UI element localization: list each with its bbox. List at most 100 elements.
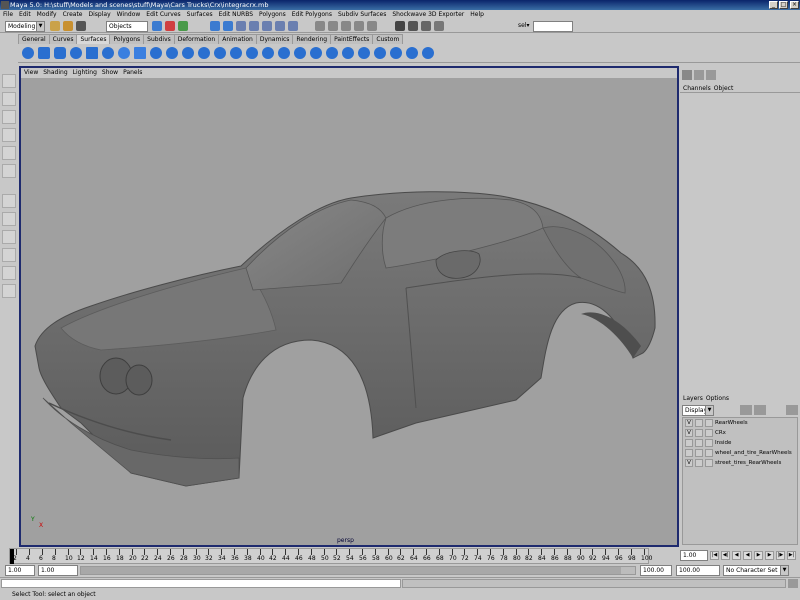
rebuild-surface-icon[interactable]: [374, 47, 386, 59]
layer-color-swatch[interactable]: [705, 429, 713, 437]
layer-row[interactable]: wheel_and_tire_RearWheels: [683, 448, 797, 458]
nurbs-cone-icon[interactable]: [70, 47, 82, 59]
layer-template-toggle[interactable]: [695, 449, 703, 457]
menu-subdiv-surfaces[interactable]: Subdiv Surfaces: [335, 10, 389, 19]
shelf-tab-rendering[interactable]: Rendering: [292, 34, 332, 44]
nurbs-square-icon[interactable]: [134, 47, 146, 59]
shelf-tab-subdivs[interactable]: Subdivs: [143, 34, 175, 44]
select-rendering-icon[interactable]: [288, 21, 298, 31]
layer-mode-dropdown[interactable]: Display ▼: [682, 405, 714, 416]
extrude-icon[interactable]: [198, 47, 210, 59]
layer-row[interactable]: V CRx: [683, 428, 797, 438]
rotate-tool-icon[interactable]: [2, 128, 16, 142]
layer-visibility-toggle[interactable]: V: [685, 459, 693, 467]
lasso-tool-icon[interactable]: [2, 92, 16, 106]
layer-template-toggle[interactable]: [695, 439, 703, 447]
new-layer-icon[interactable]: [740, 405, 752, 415]
attribute-editor-toggle-icon[interactable]: [694, 70, 704, 80]
make-live-icon[interactable]: [367, 21, 377, 31]
channel-box-tab-channels[interactable]: Channels: [680, 85, 711, 92]
minimize-button[interactable]: _: [769, 1, 778, 9]
play-forwards-icon[interactable]: ▶: [754, 551, 763, 560]
birail-icon[interactable]: [214, 47, 226, 59]
character-set-dropdown[interactable]: No Character Set ▼: [723, 565, 789, 576]
select-mode-dropdown[interactable]: Objects: [106, 21, 148, 32]
menu-edit[interactable]: Edit: [16, 10, 34, 19]
revolve-icon[interactable]: [150, 47, 162, 59]
ipr-render-icon[interactable]: [421, 21, 431, 31]
component-mode-icon[interactable]: [178, 21, 188, 31]
maximize-button[interactable]: □: [779, 1, 788, 9]
manipulator-tool-icon[interactable]: [2, 164, 16, 178]
layer-color-swatch[interactable]: [705, 449, 713, 457]
menu-shockwave-exporter[interactable]: Shockwave 3D Exporter: [389, 10, 467, 19]
render-view-icon[interactable]: [395, 21, 405, 31]
nurbs-torus-icon[interactable]: [102, 47, 114, 59]
shelf-tab-custom[interactable]: Custom: [372, 34, 404, 44]
command-input[interactable]: [1, 579, 401, 588]
layer-row[interactable]: Vstreet_tires_RearWheels: [683, 458, 797, 468]
panel-menu-view[interactable]: View: [21, 68, 40, 78]
time-slider[interactable]: 2 4 6 8 10 12 14 16 18 20 22 24 26 28 30 32 34 36 38 40 42 44…: [0, 548, 800, 565]
nurbs-circle-icon[interactable]: [118, 47, 130, 59]
tool-settings-toggle-icon[interactable]: [706, 70, 716, 80]
open-folder-icon[interactable]: [63, 21, 73, 31]
select-joints-icon[interactable]: [223, 21, 233, 31]
layer-visibility-toggle[interactable]: [685, 439, 693, 447]
menu-polygons[interactable]: Polygons: [256, 10, 289, 19]
bevel-icon[interactable]: [262, 47, 274, 59]
step-back-frame-icon[interactable]: ◀: [732, 551, 741, 560]
layer-template-toggle[interactable]: [695, 429, 703, 437]
shelf-tab-surfaces[interactable]: Surfaces: [76, 34, 111, 44]
range-bar[interactable]: [80, 566, 636, 575]
layer-options-icon[interactable]: [786, 405, 798, 415]
surface-fillet-icon[interactable]: [406, 47, 418, 59]
layer-template-toggle[interactable]: [695, 459, 703, 467]
nurbs-sphere-icon[interactable]: [22, 47, 34, 59]
hierarchy-mode-icon[interactable]: [152, 21, 162, 31]
two-view-layout-icon[interactable]: [2, 230, 16, 244]
menu-edit-polygons[interactable]: Edit Polygons: [289, 10, 335, 19]
snap-view-plane-icon[interactable]: [354, 21, 364, 31]
channel-box-toggle-icon[interactable]: [682, 70, 692, 80]
playback-end-field[interactable]: 100.00: [640, 565, 672, 576]
four-view-layout-icon[interactable]: [2, 212, 16, 226]
shelf-tab-deformation[interactable]: Deformation: [173, 34, 220, 44]
panel-menu-show[interactable]: Show: [99, 68, 120, 78]
layer-color-swatch[interactable]: [705, 419, 713, 427]
layer-color-swatch[interactable]: [705, 439, 713, 447]
outliner-layout-icon[interactable]: [2, 248, 16, 262]
layer-visibility-toggle[interactable]: V: [685, 419, 693, 427]
snap-grid-icon[interactable]: [315, 21, 325, 31]
car-body-model[interactable]: [21, 78, 677, 545]
time-slider-track[interactable]: 2 4 6 8 10 12 14 16 18 20 22 24 26 28 30 32 34 36 38 40 42 44…: [9, 548, 652, 565]
layer-row[interactable]: V RearWheels: [683, 418, 797, 428]
move-tool-icon[interactable]: [2, 110, 16, 124]
new-scene-icon[interactable]: [50, 21, 60, 31]
shelf-tab-painteffects[interactable]: PaintEffects: [330, 34, 374, 44]
quick-select-field[interactable]: [533, 21, 573, 32]
intersect-surfaces-icon[interactable]: [294, 47, 306, 59]
layers-menu-layers[interactable]: Layers: [680, 395, 703, 402]
panel-menu-panels[interactable]: Panels: [120, 68, 144, 78]
menu-surfaces[interactable]: Surfaces: [184, 10, 216, 19]
layer-visibility-toggle[interactable]: V: [685, 429, 693, 437]
menu-modify[interactable]: Modify: [34, 10, 60, 19]
menu-display[interactable]: Display: [86, 10, 114, 19]
attach-surfaces-icon[interactable]: [342, 47, 354, 59]
close-button[interactable]: ×: [790, 1, 799, 9]
insert-isoparm-icon[interactable]: [390, 47, 402, 59]
animation-start-field[interactable]: 1.00: [5, 565, 35, 576]
shelf-tab-curves[interactable]: Curves: [48, 34, 78, 44]
new-layer-assign-icon[interactable]: [754, 405, 766, 415]
object-mode-icon[interactable]: [165, 21, 175, 31]
go-to-end-icon[interactable]: ▶|: [787, 551, 796, 560]
go-to-start-icon[interactable]: |◀: [710, 551, 719, 560]
render-globals-icon[interactable]: [434, 21, 444, 31]
loft-icon[interactable]: [166, 47, 178, 59]
layer-color-swatch[interactable]: [705, 459, 713, 467]
snap-point-icon[interactable]: [341, 21, 351, 31]
step-forward-frame-icon[interactable]: ▶: [765, 551, 774, 560]
graph-editor-layout-icon[interactable]: [2, 284, 16, 298]
stitch-icon[interactable]: [422, 47, 434, 59]
